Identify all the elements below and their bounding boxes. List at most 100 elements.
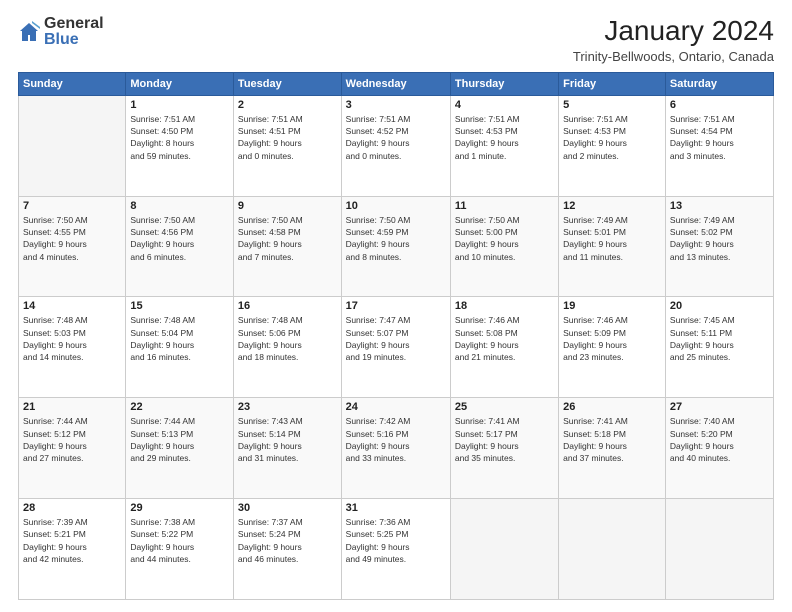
header: General Blue January 2024 Trinity-Bellwo… [18,16,774,64]
logo-text: General Blue [44,16,104,48]
logo-general: General [44,15,104,32]
calendar-cell: 11 Sunrise: 7:50 AM Sunset: 5:00 PM Dayli… [450,196,558,297]
calendar-cell: 3 Sunrise: 7:51 AM Sunset: 4:52 PM Daylig… [341,95,450,196]
day-number: 23 [238,401,337,413]
day-info: Sunrise: 7:50 AM Sunset: 4:55 PM Dayligh… [23,214,121,263]
calendar-cell: 23 Sunrise: 7:43 AM Sunset: 5:14 PM Dayli… [233,398,341,499]
weekday-header-row: SundayMondayTuesdayWednesdayThursdayFrid… [19,72,774,95]
calendar-cell [559,499,666,600]
day-number: 6 [670,99,769,111]
weekday-sunday: Sunday [19,72,126,95]
day-info: Sunrise: 7:42 AM Sunset: 5:16 PM Dayligh… [346,415,446,464]
week-row-0: 1 Sunrise: 7:51 AM Sunset: 4:50 PM Daylig… [19,95,774,196]
day-info: Sunrise: 7:51 AM Sunset: 4:53 PM Dayligh… [455,113,554,162]
day-number: 24 [346,401,446,413]
day-number: 4 [455,99,554,111]
day-info: Sunrise: 7:50 AM Sunset: 4:56 PM Dayligh… [130,214,229,263]
day-number: 9 [238,200,337,212]
calendar-cell: 14 Sunrise: 7:48 AM Sunset: 5:03 PM Dayli… [19,297,126,398]
day-number: 29 [130,502,229,514]
day-number: 1 [130,99,229,111]
day-number: 13 [670,200,769,212]
weekday-tuesday: Tuesday [233,72,341,95]
calendar-cell: 24 Sunrise: 7:42 AM Sunset: 5:16 PM Dayli… [341,398,450,499]
weekday-monday: Monday [126,72,234,95]
calendar-title: January 2024 [573,16,774,47]
day-info: Sunrise: 7:51 AM Sunset: 4:50 PM Dayligh… [130,113,229,162]
calendar-cell: 26 Sunrise: 7:41 AM Sunset: 5:18 PM Dayli… [559,398,666,499]
week-row-3: 21Sunrise: 7:44 AM Sunset: 5:12 PM Dayli… [19,398,774,499]
calendar-cell: 12 Sunrise: 7:49 AM Sunset: 5:01 PM Dayli… [559,196,666,297]
day-info: Sunrise: 7:44 AM Sunset: 5:13 PM Dayligh… [130,415,229,464]
day-info: Sunrise: 7:48 AM Sunset: 5:04 PM Dayligh… [130,314,229,363]
day-number: 17 [346,300,446,312]
calendar-cell: 4 Sunrise: 7:51 AM Sunset: 4:53 PM Daylig… [450,95,558,196]
day-info: Sunrise: 7:51 AM Sunset: 4:54 PM Dayligh… [670,113,769,162]
calendar-cell: 16 Sunrise: 7:48 AM Sunset: 5:06 PM Dayli… [233,297,341,398]
day-number: 16 [238,300,337,312]
calendar-cell: 21Sunrise: 7:44 AM Sunset: 5:12 PM Dayli… [19,398,126,499]
day-number: 15 [130,300,229,312]
calendar-cell: 8 Sunrise: 7:50 AM Sunset: 4:56 PM Daylig… [126,196,234,297]
calendar-cell: 7 Sunrise: 7:50 AM Sunset: 4:55 PM Daylig… [19,196,126,297]
calendar-cell: 13 Sunrise: 7:49 AM Sunset: 5:02 PM Dayli… [665,196,773,297]
day-number: 11 [455,200,554,212]
day-info: Sunrise: 7:41 AM Sunset: 5:17 PM Dayligh… [455,415,554,464]
calendar-cell: 6 Sunrise: 7:51 AM Sunset: 4:54 PM Daylig… [665,95,773,196]
calendar-cell: 30Sunrise: 7:37 AM Sunset: 5:24 PM Dayli… [233,499,341,600]
day-info: Sunrise: 7:49 AM Sunset: 5:02 PM Dayligh… [670,214,769,263]
day-info: Sunrise: 7:48 AM Sunset: 5:06 PM Dayligh… [238,314,337,363]
day-info: Sunrise: 7:49 AM Sunset: 5:01 PM Dayligh… [563,214,661,263]
day-number: 25 [455,401,554,413]
day-info: Sunrise: 7:41 AM Sunset: 5:18 PM Dayligh… [563,415,661,464]
day-info: Sunrise: 7:50 AM Sunset: 5:00 PM Dayligh… [455,214,554,263]
weekday-friday: Friday [559,72,666,95]
calendar-cell: 19Sunrise: 7:46 AM Sunset: 5:09 PM Dayli… [559,297,666,398]
day-number: 20 [670,300,769,312]
day-info: Sunrise: 7:51 AM Sunset: 4:51 PM Dayligh… [238,113,337,162]
logo: General Blue [18,16,104,48]
logo-icon [18,21,40,43]
calendar-cell: 28Sunrise: 7:39 AM Sunset: 5:21 PM Dayli… [19,499,126,600]
day-info: Sunrise: 7:40 AM Sunset: 5:20 PM Dayligh… [670,415,769,464]
day-number: 31 [346,502,446,514]
day-number: 26 [563,401,661,413]
calendar-subtitle: Trinity-Bellwoods, Ontario, Canada [573,49,774,64]
day-number: 8 [130,200,229,212]
calendar-cell [450,499,558,600]
day-number: 12 [563,200,661,212]
calendar-cell: 9Sunrise: 7:50 AM Sunset: 4:58 PM Daylig… [233,196,341,297]
day-info: Sunrise: 7:38 AM Sunset: 5:22 PM Dayligh… [130,516,229,565]
day-info: Sunrise: 7:45 AM Sunset: 5:11 PM Dayligh… [670,314,769,363]
day-info: Sunrise: 7:43 AM Sunset: 5:14 PM Dayligh… [238,415,337,464]
day-info: Sunrise: 7:48 AM Sunset: 5:03 PM Dayligh… [23,314,121,363]
calendar-cell: 5Sunrise: 7:51 AM Sunset: 4:53 PM Daylig… [559,95,666,196]
weekday-thursday: Thursday [450,72,558,95]
day-number: 27 [670,401,769,413]
day-info: Sunrise: 7:36 AM Sunset: 5:25 PM Dayligh… [346,516,446,565]
day-number: 21 [23,401,121,413]
calendar-cell: 18Sunrise: 7:46 AM Sunset: 5:08 PM Dayli… [450,297,558,398]
day-number: 7 [23,200,121,212]
calendar-cell: 10Sunrise: 7:50 AM Sunset: 4:59 PM Dayli… [341,196,450,297]
calendar-cell: 17Sunrise: 7:47 AM Sunset: 5:07 PM Dayli… [341,297,450,398]
weekday-saturday: Saturday [665,72,773,95]
calendar-table: SundayMondayTuesdayWednesdayThursdayFrid… [18,72,774,600]
week-row-2: 14 Sunrise: 7:48 AM Sunset: 5:03 PM Dayli… [19,297,774,398]
weekday-wednesday: Wednesday [341,72,450,95]
calendar-header: SundayMondayTuesdayWednesdayThursdayFrid… [19,72,774,95]
calendar-cell: 27 Sunrise: 7:40 AM Sunset: 5:20 PM Dayli… [665,398,773,499]
day-info: Sunrise: 7:46 AM Sunset: 5:08 PM Dayligh… [455,314,554,363]
page: General Blue January 2024 Trinity-Bellwo… [0,0,792,612]
calendar-cell: 22Sunrise: 7:44 AM Sunset: 5:13 PM Dayli… [126,398,234,499]
day-info: Sunrise: 7:46 AM Sunset: 5:09 PM Dayligh… [563,314,661,363]
logo-blue: Blue [44,31,79,48]
day-info: Sunrise: 7:51 AM Sunset: 4:52 PM Dayligh… [346,113,446,162]
day-number: 14 [23,300,121,312]
day-number: 2 [238,99,337,111]
day-number: 28 [23,502,121,514]
calendar-body: 1 Sunrise: 7:51 AM Sunset: 4:50 PM Daylig… [19,95,774,599]
calendar-cell: 20 Sunrise: 7:45 AM Sunset: 5:11 PM Dayli… [665,297,773,398]
day-number: 3 [346,99,446,111]
calendar-cell [19,95,126,196]
